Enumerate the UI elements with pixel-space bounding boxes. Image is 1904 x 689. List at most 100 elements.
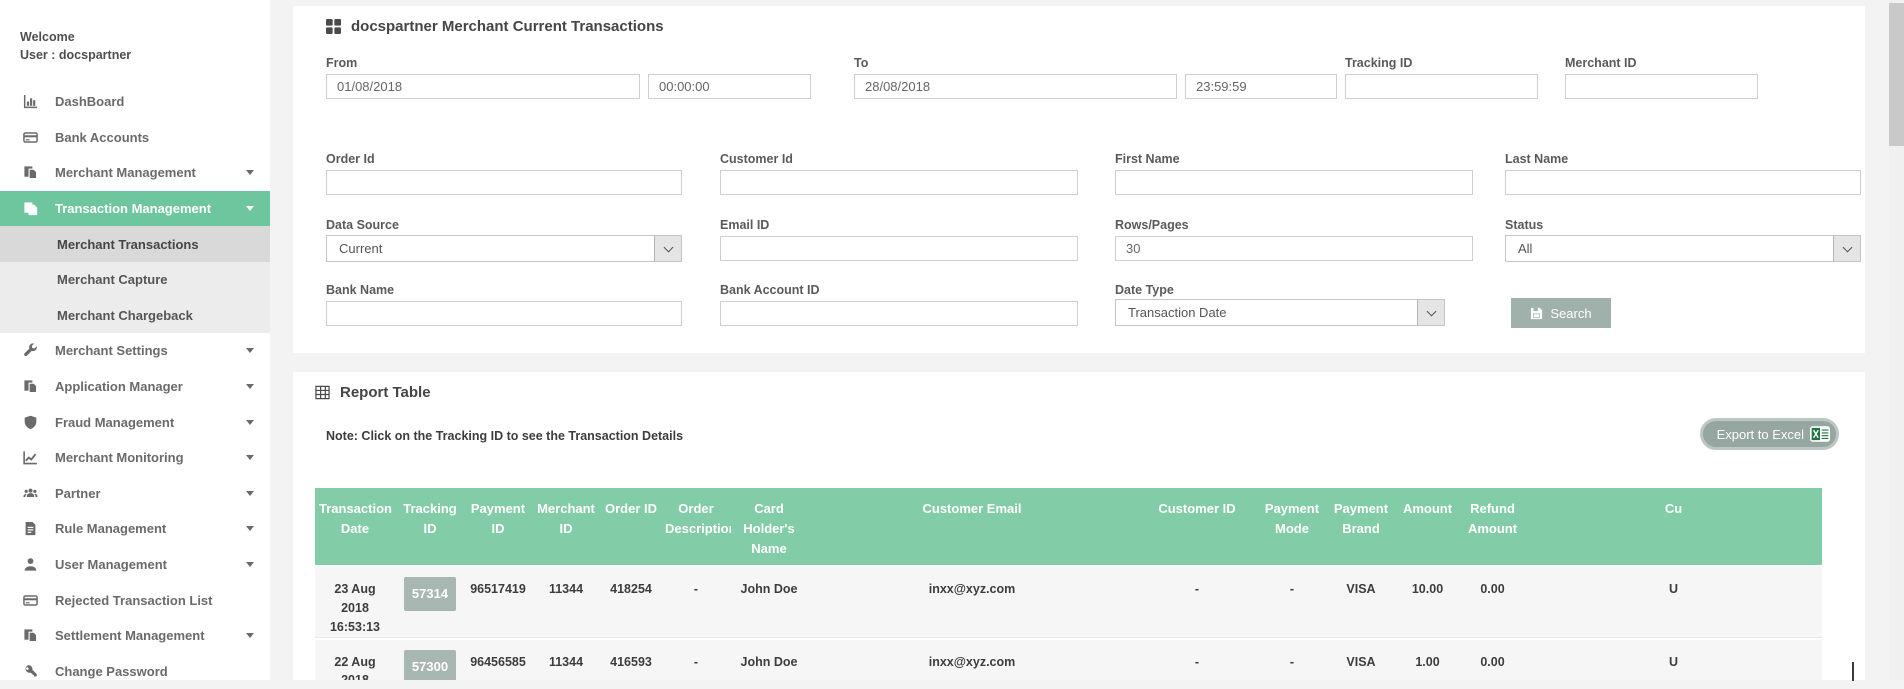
status-select[interactable]: All — [1505, 235, 1861, 262]
sidebar-item-merchant-capture[interactable]: Merchant Capture — [0, 262, 270, 298]
table-cell: 96517419 — [465, 565, 531, 637]
from-date-input[interactable] — [326, 74, 640, 99]
copy-icon — [21, 628, 40, 644]
from-time-input[interactable] — [648, 74, 811, 99]
filters-panel: docspartner Merchant Current Transaction… — [293, 6, 1865, 353]
sidebar-item-label: Partner — [55, 486, 246, 501]
sidebar-item-label: Application Manager — [55, 379, 246, 394]
order-id-input[interactable] — [326, 170, 682, 195]
column-header: Merchant ID — [531, 488, 601, 565]
tracking-id-input[interactable] — [1345, 74, 1538, 99]
tracking-id-button[interactable]: 57314 — [404, 577, 456, 611]
column-header: Payment ID — [465, 488, 531, 565]
column-header: Customer Email — [807, 488, 1137, 565]
date-type-label: Date Type — [1115, 283, 1174, 297]
column-header: Payment Mode — [1257, 488, 1327, 565]
chevron-down-icon — [246, 206, 254, 211]
column-header: Cu — [1525, 488, 1822, 565]
table-icon — [315, 385, 330, 400]
table-cell: - — [1257, 638, 1327, 680]
table-cell: - — [1137, 638, 1257, 680]
status-label: Status — [1505, 218, 1543, 232]
chevron-down-icon — [246, 526, 254, 531]
first-name-input[interactable] — [1115, 170, 1473, 195]
search-button[interactable]: Search — [1511, 298, 1611, 328]
table-cell: - — [661, 565, 731, 637]
sidebar-item-bank-accounts[interactable]: Bank Accounts — [0, 120, 270, 156]
merchant-id-input[interactable] — [1565, 74, 1758, 99]
sidebar-item-fraud-management[interactable]: Fraud Management — [0, 404, 270, 440]
table-cell: 1.00 — [1395, 638, 1460, 680]
column-header: Transaction Date — [315, 488, 395, 565]
sidebar-item-label: Merchant Capture — [57, 272, 254, 287]
table-cell: 10.00 — [1395, 565, 1460, 637]
tracking-id-button[interactable]: 57300 — [404, 650, 456, 680]
sidebar-item-rejected-transaction-list[interactable]: Rejected Transaction List — [0, 582, 270, 618]
to-time-input[interactable] — [1185, 74, 1337, 99]
line-chart-icon — [21, 450, 40, 466]
chevron-down-icon — [246, 633, 254, 638]
page-title: docspartner Merchant Current Transaction… — [326, 18, 664, 35]
export-to-excel-button[interactable]: Export to Excel — [1700, 418, 1839, 450]
welcome-block: Welcome User : docspartner — [20, 28, 131, 64]
users-icon — [21, 485, 40, 501]
credit-card-icon — [21, 592, 40, 608]
export-label: Export to Excel — [1717, 427, 1804, 442]
data-source-select[interactable]: Current — [326, 235, 682, 262]
column-header: Refund Amount — [1460, 488, 1525, 565]
bank-account-id-input[interactable] — [720, 301, 1078, 326]
tracking-id-label: Tracking ID — [1345, 56, 1412, 70]
sidebar-item-label: Merchant Management — [55, 165, 246, 180]
sidebar-item-transaction-management[interactable]: Transaction Management — [0, 191, 270, 227]
key-icon — [21, 663, 40, 679]
status-value: All — [1506, 241, 1833, 256]
sidebar-item-label: Change Password — [55, 664, 254, 679]
email-id-input[interactable] — [720, 236, 1078, 261]
to-label: To — [854, 56, 868, 70]
table-cell: 96456585 — [465, 638, 531, 680]
email-id-label: Email ID — [720, 218, 769, 232]
sidebar-item-application-manager[interactable]: Application Manager — [0, 369, 270, 405]
table-cell: 11344 — [531, 638, 601, 680]
sidebar-item-merchant-chargeback[interactable]: Merchant Chargeback — [0, 298, 270, 334]
scrollbar-thumb[interactable] — [1889, 3, 1904, 146]
table-cell: 11344 — [531, 565, 601, 637]
sidebar-item-user-management[interactable]: User Management — [0, 547, 270, 583]
excel-icon — [1810, 426, 1830, 442]
sidebar-item-merchant-transactions[interactable]: Merchant Transactions — [0, 226, 270, 262]
report-title: Report Table — [315, 384, 431, 401]
last-name-input[interactable] — [1505, 170, 1861, 195]
scroll-down-icon[interactable] — [1852, 662, 1866, 676]
sidebar-item-merchant-management[interactable]: Merchant Management — [0, 155, 270, 191]
bank-name-input[interactable] — [326, 301, 682, 326]
column-header: Tracking ID — [395, 488, 465, 565]
column-header: Amount — [1395, 488, 1460, 565]
report-title-text: Report Table — [340, 384, 431, 401]
customer-id-input[interactable] — [720, 170, 1078, 195]
column-header: Order ID — [601, 488, 661, 565]
tracking-id-cell: 57300 — [395, 638, 465, 680]
date-type-select[interactable]: Transaction Date — [1115, 299, 1445, 326]
sidebar-item-change-password[interactable]: Change Password — [0, 654, 270, 689]
table-row: 23 Aug 2018 16:53:1357314965174191134441… — [315, 565, 1822, 637]
column-header: Payment Brand — [1327, 488, 1395, 565]
table-cell: U — [1525, 638, 1822, 680]
chevron-down-icon — [1833, 236, 1860, 261]
to-date-input[interactable] — [854, 74, 1177, 99]
table-cell: 416593 — [601, 638, 661, 680]
sidebar-item-label: Rule Management — [55, 521, 246, 536]
rows-pages-input[interactable] — [1115, 236, 1473, 261]
sidebar-item-dashboard[interactable]: DashBoard — [0, 84, 270, 120]
welcome-text: Welcome — [20, 28, 131, 46]
sidebar-item-settlement-management[interactable]: Settlement Management — [0, 618, 270, 654]
scrollbar-track[interactable] — [1889, 0, 1904, 680]
sidebar-item-merchant-monitoring[interactable]: Merchant Monitoring — [0, 440, 270, 476]
table-cell: 0.00 — [1460, 565, 1525, 637]
sidebar-item-partner[interactable]: Partner — [0, 476, 270, 512]
copy-icon — [21, 379, 40, 395]
sidebar-item-label: DashBoard — [55, 94, 254, 109]
sidebar-item-merchant-settings[interactable]: Merchant Settings — [0, 333, 270, 369]
rows-pages-label: Rows/Pages — [1115, 218, 1189, 232]
table-cell: 0.00 — [1460, 638, 1525, 680]
sidebar-item-rule-management[interactable]: Rule Management — [0, 511, 270, 547]
